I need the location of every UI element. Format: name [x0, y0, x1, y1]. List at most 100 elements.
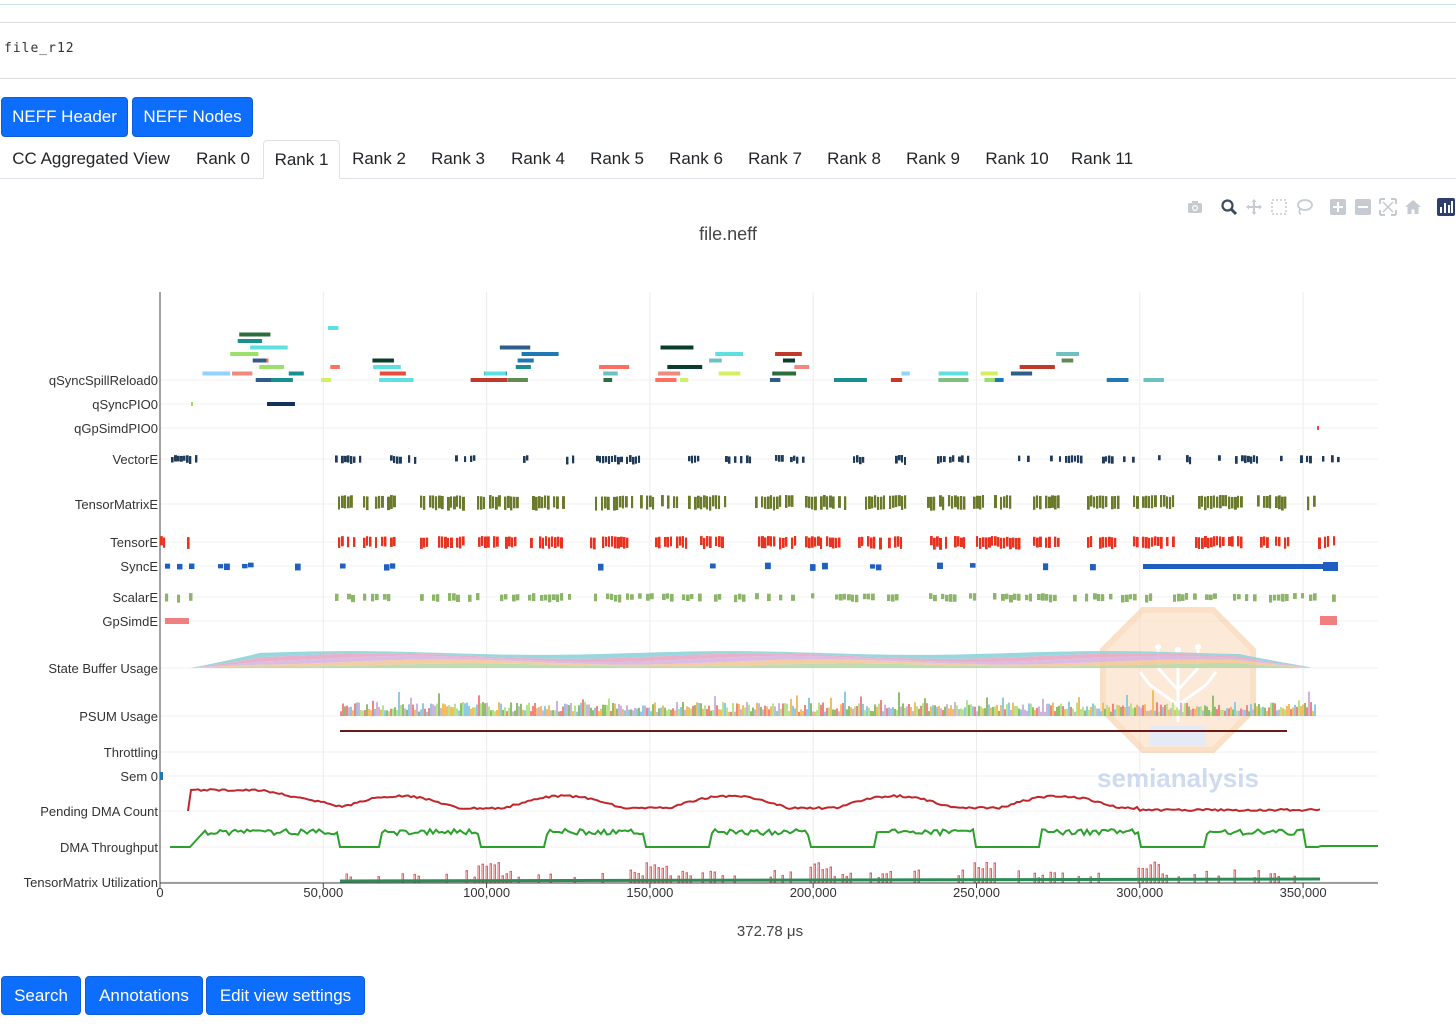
- tensor-matrix-op: [513, 496, 516, 509]
- tensor-matrix-op: [1154, 495, 1157, 508]
- vector-op: [697, 455, 700, 462]
- psum-bar: [964, 707, 966, 716]
- zoom-out-icon[interactable]: [1354, 198, 1372, 216]
- pan-icon[interactable]: [1245, 198, 1263, 216]
- dma-bar: [782, 358, 796, 363]
- dma-bar: [833, 378, 867, 382]
- vector-op: [396, 456, 399, 464]
- psum-bar: [498, 702, 500, 716]
- zoom-icon[interactable]: [1220, 198, 1238, 216]
- psum-bar: [596, 706, 598, 716]
- tab-rank-11[interactable]: Rank 11: [1062, 140, 1142, 178]
- psum-bar: [1252, 709, 1254, 716]
- tab-rank-3[interactable]: Rank 3: [420, 140, 496, 178]
- neff-header-button[interactable]: NEFF Header: [1, 97, 128, 137]
- tab-rank-9[interactable]: Rank 9: [895, 140, 971, 178]
- psum-bar: [658, 708, 660, 716]
- psum-bar: [538, 707, 540, 716]
- tensor-op: [426, 537, 429, 547]
- psum-bar: [1058, 705, 1060, 716]
- vector-op: [859, 456, 862, 465]
- psum-bar: [1164, 704, 1166, 716]
- psum-bar: [1128, 706, 1130, 716]
- tab-rank-5[interactable]: Rank 5: [579, 140, 655, 178]
- file-name-field[interactable]: file_r12: [0, 22, 1456, 79]
- tab-rank-1[interactable]: Rank 1: [263, 140, 340, 179]
- reset-axes-icon[interactable]: [1404, 198, 1422, 216]
- psum-bar: [348, 707, 350, 716]
- scalar-op: [610, 593, 614, 600]
- vector-op: [856, 455, 859, 463]
- dma-bar: [603, 378, 613, 382]
- psum-bar: [1176, 707, 1178, 716]
- psum-bar: [706, 709, 708, 716]
- tab-rank-8[interactable]: Rank 8: [816, 140, 892, 178]
- psum-bar: [870, 710, 872, 716]
- psum-bar: [1178, 709, 1180, 716]
- psum-bar: [1042, 698, 1044, 716]
- tensor-matrix-op: [700, 496, 703, 510]
- psum-bar: [950, 705, 952, 716]
- autoscale-icon[interactable]: [1379, 198, 1397, 216]
- tensor-op: [602, 536, 605, 549]
- tensor-op: [1102, 536, 1105, 548]
- psum-bar: [1302, 704, 1304, 716]
- psum-bar: [590, 707, 592, 716]
- lasso-icon[interactable]: [1295, 198, 1313, 216]
- tensor-matrix-op: [1096, 495, 1099, 509]
- tensor-op: [347, 536, 350, 548]
- edit-view-settings-button[interactable]: Edit view settings: [206, 976, 365, 1015]
- scalar-op: [614, 594, 618, 602]
- tensor-matrix-op: [556, 496, 559, 509]
- tab-rank-10[interactable]: Rank 10: [975, 140, 1059, 178]
- vector-op: [904, 456, 907, 465]
- tab-rank-2[interactable]: Rank 2: [342, 140, 416, 178]
- tensor-matrix-op: [456, 495, 459, 507]
- tab-cc-aggregated-view[interactable]: CC Aggregated View: [4, 140, 178, 178]
- psum-bar: [410, 697, 412, 716]
- tensor-op: [779, 537, 782, 550]
- psum-bar: [842, 703, 844, 716]
- dma-bar: [1106, 378, 1129, 382]
- psum-bar: [830, 697, 832, 716]
- vector-op: [802, 456, 805, 463]
- tensor-op: [979, 537, 982, 549]
- zoom-in-icon[interactable]: [1329, 198, 1347, 216]
- psum-bar: [588, 704, 590, 716]
- tensor-op: [1201, 537, 1204, 549]
- annotations-button[interactable]: Annotations: [85, 976, 203, 1015]
- psum-bar: [466, 702, 468, 716]
- psum-bar: [1028, 703, 1030, 716]
- psum-bar: [912, 711, 914, 716]
- tensor-matrix-op: [979, 495, 982, 510]
- vector-op: [195, 455, 198, 463]
- row-label-gpsimde: GpSimdE: [102, 614, 158, 629]
- psum-bar: [1144, 704, 1146, 716]
- tab-rank-6[interactable]: Rank 6: [658, 140, 734, 178]
- neff-nodes-button[interactable]: NEFF Nodes: [132, 97, 253, 137]
- plotly-logo-icon[interactable]: [1437, 198, 1455, 216]
- tensor-matrix-op: [880, 496, 883, 510]
- tensor-matrix-op: [823, 495, 826, 507]
- psum-bar: [1172, 702, 1174, 716]
- row-label-sem-0: Sem 0: [120, 769, 158, 784]
- tab-rank-4[interactable]: Rank 4: [500, 140, 576, 178]
- psum-bar: [1158, 711, 1160, 716]
- psum-bar: [1270, 702, 1272, 716]
- psum-bar: [794, 708, 796, 716]
- timeline-chart[interactable]: semianalysis qSyncSpillReload0 qSyncPIO0 q…: [0, 285, 1456, 910]
- vector-op: [572, 455, 575, 464]
- camera-icon[interactable]: [1186, 198, 1204, 216]
- tensor-matrix-op: [976, 495, 979, 509]
- tab-rank-7[interactable]: Rank 7: [737, 140, 813, 178]
- search-button[interactable]: Search: [1, 976, 81, 1015]
- vector-op: [781, 455, 784, 462]
- scalar-op: [1025, 594, 1029, 601]
- box-select-icon[interactable]: [1270, 198, 1288, 216]
- tensor-op: [1000, 537, 1003, 549]
- tensor-matrix-op: [1006, 495, 1009, 509]
- psum-bar: [942, 710, 944, 716]
- tab-rank-0[interactable]: Rank 0: [185, 140, 261, 178]
- tensor-matrix-op: [489, 495, 492, 509]
- tensor-op: [773, 536, 776, 547]
